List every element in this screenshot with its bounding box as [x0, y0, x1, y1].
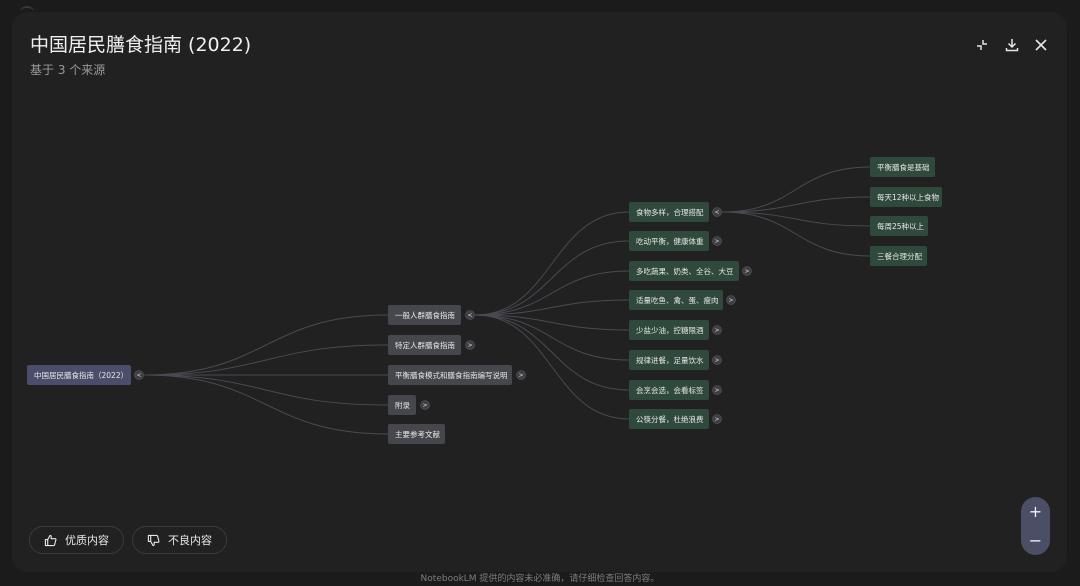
level1-node-label: 一般人群膳食指南 [395, 310, 455, 320]
mindmap-link [721, 166, 871, 213]
level3-node[interactable]: 每周25种以上 [870, 216, 928, 236]
svg-text:>: > [714, 357, 719, 364]
level2-node[interactable]: 吃动平衡，健康体重 [629, 231, 709, 251]
level1-node[interactable]: 特定人群膳食指南 [388, 335, 461, 355]
toggle-expand-icon[interactable]: > [465, 340, 475, 350]
level2-node-label: 会烹会选，会看标签 [636, 385, 704, 395]
zoom-control: + − [1021, 497, 1050, 555]
level2-node[interactable]: 规律进餐，足量饮水 [629, 350, 709, 370]
level2-node[interactable]: 少盐少油，控糖限酒 [629, 320, 709, 340]
svg-text:>: > [467, 342, 472, 349]
svg-text:<: < [467, 312, 472, 319]
links-layer [143, 166, 871, 435]
mindmap-link [474, 211, 630, 316]
svg-text:>: > [518, 372, 523, 379]
mindmap-link [474, 240, 630, 316]
level2-node-label: 食物多样，合理搭配 [636, 207, 704, 217]
level1-node-label: 主要参考文献 [395, 429, 440, 439]
level2-node[interactable]: 公筷分餐，杜绝浪费 [629, 409, 709, 429]
svg-text:<: < [714, 209, 719, 216]
level1-node[interactable]: 平衡膳食模式和膳食指南编写说明 [388, 365, 512, 385]
level1-node[interactable]: 主要参考文献 [388, 424, 445, 444]
toggle-expand-icon[interactable]: > [712, 385, 722, 395]
level1-node-label: 特定人群膳食指南 [395, 340, 455, 350]
level1-node[interactable]: 一般人群膳食指南 [388, 305, 461, 325]
svg-text:>: > [714, 387, 719, 394]
toggle-expand-icon[interactable]: > [420, 400, 430, 410]
level3-node-label: 平衡膳食是基础 [877, 162, 930, 172]
toggle-collapse-icon[interactable]: < [134, 370, 144, 380]
level3-node[interactable]: 平衡膳食是基础 [870, 157, 935, 177]
toggle-collapse-icon[interactable]: < [712, 207, 722, 217]
bad-content-label: 不良内容 [168, 534, 212, 547]
root-node-label: 中国居民膳食指南（2022） [34, 370, 128, 380]
svg-text:>: > [728, 297, 733, 304]
zoom-out-button[interactable]: − [1021, 526, 1050, 555]
toggle-expand-icon[interactable]: > [712, 355, 722, 365]
level2-node[interactable]: 适量吃鱼、禽、蛋、瘦肉 [629, 290, 723, 310]
toggle-expand-icon[interactable]: > [516, 370, 526, 380]
level2-node[interactable]: 食物多样，合理搭配 [629, 202, 709, 222]
good-content-button[interactable]: 优质内容 [29, 526, 124, 554]
toggle-expand-icon[interactable]: > [712, 325, 722, 335]
toggle-expand-icon[interactable]: > [712, 236, 722, 246]
level3-node-label: 三餐合理分配 [877, 251, 922, 261]
mind-map: 中国居民膳食指南（2022） < 一般人群膳食指南 < 特定人群膳食指南 > 平衡膳食模式和… [27, 157, 942, 444]
svg-text:>: > [422, 402, 427, 409]
zoom-in-button[interactable]: + [1021, 497, 1050, 526]
toggle-expand-icon[interactable]: > [742, 266, 752, 276]
mindmap-link [474, 314, 630, 361]
level3-node[interactable]: 三餐合理分配 [870, 246, 927, 266]
toggle-expand-icon[interactable]: > [712, 414, 722, 424]
nodes-layer: 中国居民膳食指南（2022） < 一般人群膳食指南 < 特定人群膳食指南 > 平衡膳食模式和… [27, 157, 942, 444]
level2-node-label: 多吃蔬果、奶类、全谷、大豆 [636, 266, 734, 276]
level2-node-label: 吃动平衡，健康体重 [636, 236, 704, 246]
level2-node[interactable]: 多吃蔬果、奶类、全谷、大豆 [629, 261, 739, 281]
root-node[interactable]: 中国居民膳食指南（2022） [27, 365, 131, 385]
thumbs-down-icon [147, 534, 160, 546]
svg-text:>: > [714, 416, 719, 423]
mindmap-link [721, 196, 871, 213]
level3-node[interactable]: 每天12种以上食物 [870, 187, 942, 207]
good-content-label: 优质内容 [65, 534, 109, 547]
mindmap-link [143, 374, 389, 406]
disclaimer-footer: NotebookLM 提供的内容未必准确，请仔细检查回答内容。 [420, 574, 660, 584]
svg-text:>: > [714, 238, 719, 245]
toggle-expand-icon[interactable]: > [726, 295, 736, 305]
toggle-collapse-icon[interactable]: < [465, 310, 475, 320]
svg-text:>: > [714, 327, 719, 334]
level2-node-label: 规律进餐，足量饮水 [636, 355, 704, 365]
level2-node-label: 少盐少油，控糖限酒 [636, 325, 704, 335]
bad-content-button[interactable]: 不良内容 [132, 526, 227, 554]
thumbs-up-icon [44, 534, 57, 546]
level3-node-label: 每天12种以上食物 [877, 192, 940, 202]
level1-node[interactable]: 附录 [388, 395, 416, 415]
svg-text:>: > [744, 268, 749, 275]
mindmap-link [721, 211, 871, 227]
level1-node-label: 附录 [395, 401, 410, 410]
level2-node[interactable]: 会烹会选，会看标签 [629, 380, 709, 400]
level2-node-label: 适量吃鱼、禽、蛋、瘦肉 [636, 295, 719, 305]
mindmap-link [143, 314, 389, 376]
svg-text:<: < [136, 372, 141, 379]
level2-node-label: 公筷分餐，杜绝浪费 [636, 414, 704, 424]
level1-node-label: 平衡膳食模式和膳食指南编写说明 [395, 370, 508, 380]
level3-node-label: 每周25种以上 [877, 221, 925, 231]
mindmap-link [143, 344, 389, 376]
mindmap-link [143, 374, 389, 435]
mindmap-panel: 中国居民膳食指南 (2022) 基于 3 个来源 中国居民膳食指南（2022） <… [12, 12, 1067, 572]
